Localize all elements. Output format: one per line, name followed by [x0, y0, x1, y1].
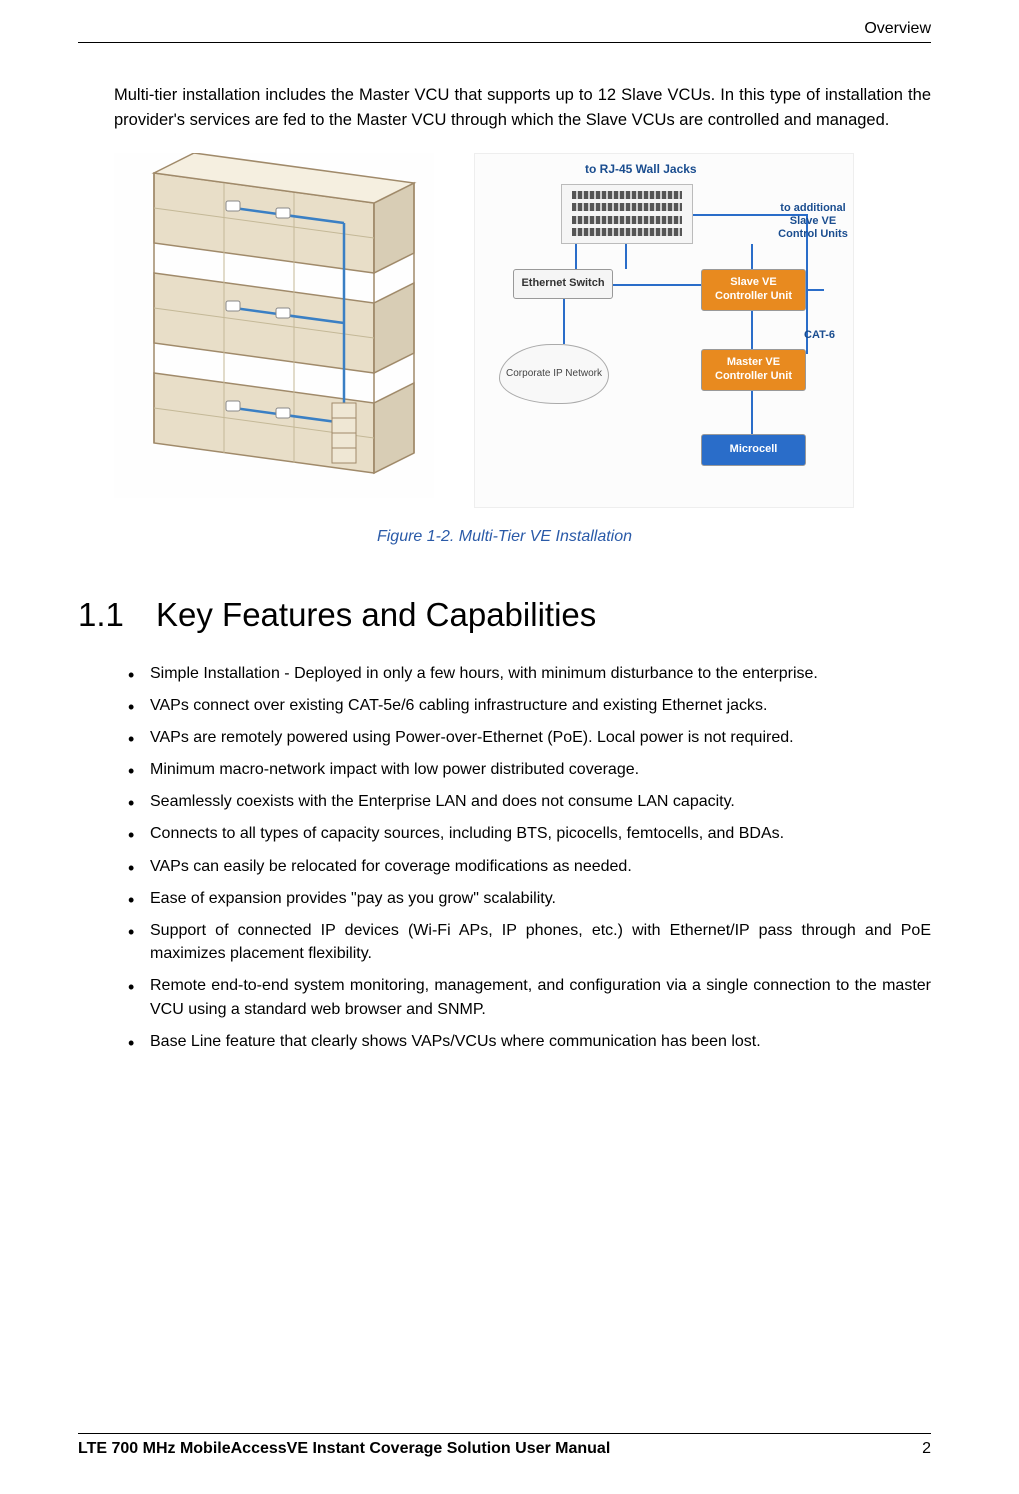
- topology-diagram: to RJ-45 Wall Jacks Ethernet Switch Slav…: [474, 153, 854, 508]
- header-section: Overview: [864, 20, 931, 37]
- list-item: Support of connected IP devices (Wi-Fi A…: [128, 919, 931, 965]
- footer-title: LTE 700 MHz MobileAccessVE Instant Cover…: [78, 1440, 610, 1458]
- list-item: Minimum macro-network impact with low po…: [128, 758, 931, 781]
- patch-panel-icon: [561, 184, 693, 244]
- page-number: 2: [922, 1440, 931, 1458]
- building-3d-illustration: [114, 153, 434, 498]
- list-item: VAPs can easily be relocated for coverag…: [128, 855, 931, 878]
- list-item: Base Line feature that clearly shows VAP…: [128, 1030, 931, 1053]
- feature-list: Simple Installation - Deployed in only a…: [128, 662, 931, 1053]
- list-item: Connects to all types of capacity source…: [128, 822, 931, 845]
- section-heading: 1.1 Key Features and Capabilities: [78, 596, 931, 634]
- figure-container: to RJ-45 Wall Jacks Ethernet Switch Slav…: [114, 153, 931, 508]
- page-header: Overview: [78, 20, 931, 43]
- master-vcu-box: Master VE Controller Unit: [701, 349, 806, 391]
- section-number: 1.1: [78, 596, 156, 634]
- list-item: Seamlessly coexists with the Enterprise …: [128, 790, 931, 813]
- list-item: Ease of expansion provides "pay as you g…: [128, 887, 931, 910]
- building-svg: [114, 153, 434, 498]
- section-title: Key Features and Capabilities: [156, 596, 596, 634]
- corporate-network-cloud: Corporate IP Network: [499, 344, 609, 404]
- figure-caption: Figure 1-2. Multi-Tier VE Installation: [78, 528, 931, 546]
- additional-slave-label: to additional Slave VE Control Units: [777, 202, 849, 242]
- diagram-top-label: to RJ-45 Wall Jacks: [585, 162, 697, 176]
- cat6-label: CAT-6: [804, 329, 835, 342]
- page-footer: LTE 700 MHz MobileAccessVE Instant Cover…: [78, 1433, 931, 1458]
- list-item: VAPs connect over existing CAT-5e/6 cabl…: [128, 694, 931, 717]
- list-item: Remote end-to-end system monitoring, man…: [128, 974, 931, 1020]
- intro-paragraph: Multi-tier installation includes the Mas…: [114, 83, 931, 133]
- slave-vcu-box: Slave VE Controller Unit: [701, 269, 806, 311]
- ethernet-switch-box: Ethernet Switch: [513, 269, 613, 299]
- microcell-box: Microcell: [701, 434, 806, 466]
- list-item: VAPs are remotely powered using Power-ov…: [128, 726, 931, 749]
- list-item: Simple Installation - Deployed in only a…: [128, 662, 931, 685]
